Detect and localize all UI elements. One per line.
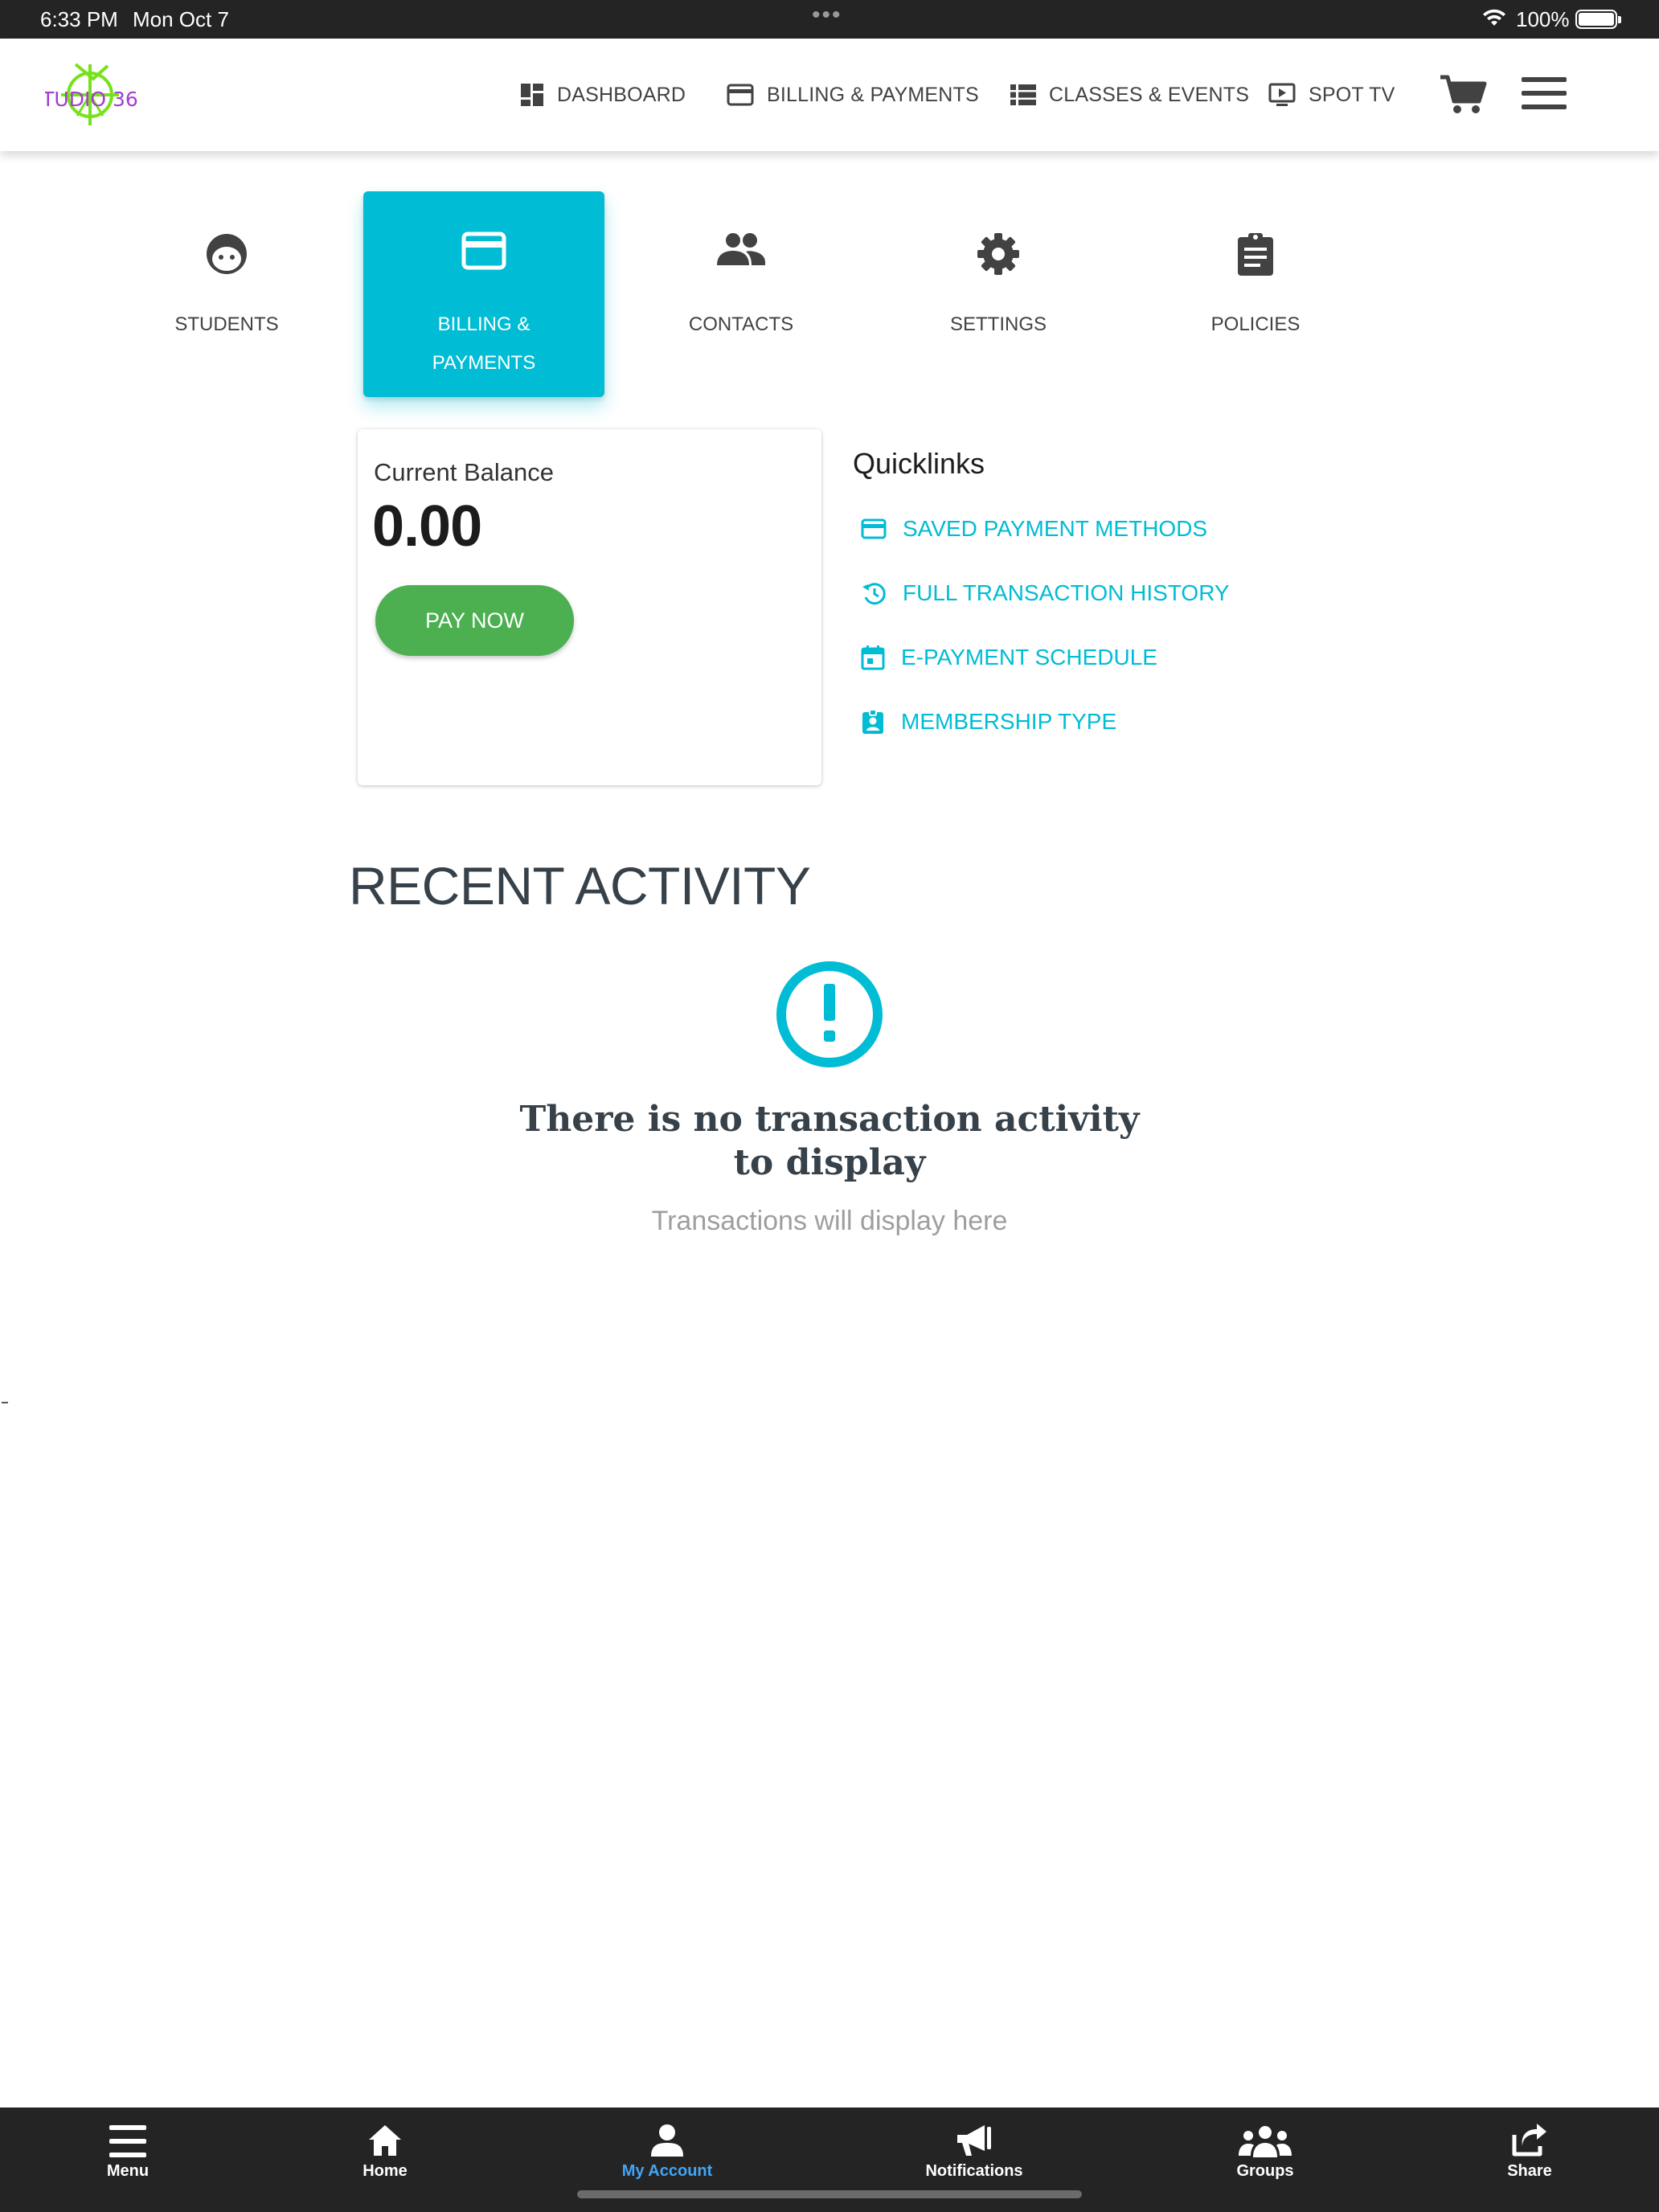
bottom-tab-notifications[interactable]: Notifications [894, 2120, 1055, 2181]
battery-icon [1575, 10, 1621, 29]
nav-spot-tv-label: SPOT TV [1309, 83, 1395, 106]
status-time: 6:33 PM [40, 7, 118, 31]
nav-spot-tv[interactable]: SPOT TV [1268, 79, 1395, 111]
tab-policies[interactable]: POLICIES [1135, 191, 1376, 397]
tab-settings[interactable]: SETTINGS [878, 191, 1119, 397]
balance-value: 0.00 [372, 494, 482, 559]
tab-billing-payments[interactable]: BILLING & PAYMENTS [363, 191, 604, 397]
credit-card-icon [461, 231, 506, 270]
empty-state-title: There is no transaction activity to disp… [519, 1099, 1140, 1183]
tab-billing-payments-label: BILLING & PAYMENTS [432, 313, 536, 374]
tab-settings-label: SETTINGS [949, 313, 1047, 335]
balance-card: Current Balance 0.00 PAY NOW [358, 429, 821, 785]
tab-contacts-label: CONTACTS [688, 313, 794, 335]
face-icon [207, 234, 247, 274]
home-indicator[interactable] [577, 2190, 1082, 2198]
wifi-icon [1482, 8, 1506, 33]
quicklink-membership-type[interactable]: MEMBERSHIP TYPE [861, 706, 1116, 738]
pay-now-button[interactable]: PAY NOW [375, 585, 574, 656]
multitask-dots-icon[interactable]: ••• [812, 2, 842, 29]
nav-billing-payments-label: BILLING & PAYMENTS [767, 83, 979, 106]
quicklink-saved-payment-methods[interactable]: SAVED PAYMENT METHODS [861, 513, 1207, 545]
top-navigation: STUDIO 360 DASHBOARD BILLING & PAYMENTS … [0, 39, 1659, 151]
bottom-tab-share[interactable]: Share [1449, 2120, 1610, 2181]
account-icon [651, 2124, 683, 2157]
tab-policies-label: POLICIES [1210, 313, 1301, 335]
bottom-tab-label: Share [1507, 2162, 1552, 2180]
gear-icon [977, 233, 1019, 275]
quicklink-label: E-PAYMENT SCHEDULE [901, 645, 1157, 670]
empty-state-subtitle: Transactions will display here [651, 1206, 1008, 1236]
quicklinks-title: Quicklinks [853, 447, 985, 480]
quicklink-label: FULL TRANSACTION HISTORY [903, 580, 1230, 605]
home-icon [369, 2125, 401, 2156]
quicklink-e-payment-schedule[interactable]: E-PAYMENT SCHEDULE [861, 641, 1157, 674]
menu-icon [109, 2125, 146, 2157]
groups-icon [1239, 2126, 1292, 2157]
tab-students-label: STUDENTS [174, 313, 279, 335]
bottom-tab-my-account[interactable]: My Account [587, 2120, 748, 2181]
nav-classes-events[interactable]: CLASSES & EVENTS [1010, 79, 1249, 111]
megaphone-icon [957, 2125, 991, 2156]
bottom-tab-groups[interactable]: Groups [1185, 2120, 1346, 2181]
quicklink-label: MEMBERSHIP TYPE [901, 709, 1117, 734]
logo-wordmark: STUDIO 360 [45, 88, 138, 111]
credit-card-icon [861, 518, 887, 539]
hamburger-icon[interactable] [1522, 77, 1567, 113]
list-icon [1010, 84, 1036, 105]
calendar-icon [861, 645, 885, 670]
nav-billing-payments[interactable]: BILLING & PAYMENTS [727, 79, 979, 111]
status-date: Mon Oct 7 [133, 7, 229, 31]
history-icon [862, 583, 886, 605]
tab-contacts[interactable]: CONTACTS [621, 191, 862, 397]
bottom-tab-home[interactable]: Home [305, 2120, 465, 2181]
studio-logo[interactable]: STUDIO 360 [29, 59, 151, 129]
recent-activity-title: RECENT ACTIVITY [349, 856, 811, 916]
stray-dash [2, 1402, 8, 1403]
quicklink-label: SAVED PAYMENT METHODS [903, 516, 1208, 541]
people-icon [717, 233, 765, 265]
nav-dashboard[interactable]: DASHBOARD [520, 79, 686, 111]
balance-label: Current Balance [374, 458, 555, 486]
tv-play-icon [1268, 83, 1296, 106]
status-bar: 6:33 PM Mon Oct 7 ••• 100% [0, 0, 1659, 39]
nav-dashboard-label: DASHBOARD [557, 83, 686, 106]
bottom-tab-label: Notifications [925, 2162, 1023, 2180]
credit-card-icon [727, 84, 754, 106]
bottom-tab-label: Groups [1236, 2162, 1294, 2180]
bottom-tab-label: Menu [106, 2162, 150, 2180]
nav-classes-events-label: CLASSES & EVENTS [1049, 83, 1250, 106]
bottom-tab-label: Home [363, 2162, 408, 2180]
tab-students[interactable]: STUDENTS [106, 191, 347, 397]
alert-circle-icon [775, 960, 884, 1073]
badge-icon [862, 709, 883, 734]
bottom-tab-menu[interactable]: Menu [47, 2120, 208, 2181]
cart-icon[interactable] [1439, 72, 1487, 120]
quicklink-full-transaction-history[interactable]: FULL TRANSACTION HISTORY [861, 577, 1230, 609]
share-icon [1512, 2124, 1546, 2157]
bottom-tab-label: My Account [621, 2162, 713, 2180]
battery-percent: 100% [1516, 7, 1570, 31]
dashboard-icon [521, 84, 543, 106]
clipboard-icon [1238, 233, 1273, 276]
